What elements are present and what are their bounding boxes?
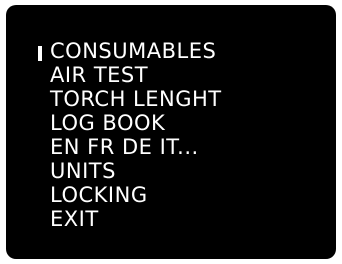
menu-item-consumables[interactable]: CONSUMABLES [38, 39, 222, 63]
selection-cursor [38, 46, 42, 61]
menu-item-language[interactable]: EN FR DE IT... [44, 135, 222, 159]
menu-item-air-test[interactable]: AIR TEST [44, 63, 222, 87]
menu-item-log-book[interactable]: LOG BOOK [44, 111, 222, 135]
menu-item-exit[interactable]: EXIT [44, 207, 222, 231]
display-screen: CONSUMABLES AIR TEST TORCH LENGHT LOG BO… [6, 5, 336, 259]
menu-item-label: AIR TEST [50, 63, 149, 87]
menu-item-label: EN FR DE IT... [50, 135, 199, 159]
menu-item-label: TORCH LENGHT [50, 87, 222, 111]
menu-item-locking[interactable]: LOCKING [44, 183, 222, 207]
menu-item-label: CONSUMABLES [50, 39, 217, 63]
menu-item-torch-length[interactable]: TORCH LENGHT [44, 87, 222, 111]
menu-item-label: EXIT [50, 207, 99, 231]
menu-item-label: LOG BOOK [50, 111, 166, 135]
main-menu: CONSUMABLES AIR TEST TORCH LENGHT LOG BO… [38, 39, 222, 231]
menu-item-label: LOCKING [50, 183, 148, 207]
menu-item-label: UNITS [50, 159, 116, 183]
menu-item-units[interactable]: UNITS [44, 159, 222, 183]
